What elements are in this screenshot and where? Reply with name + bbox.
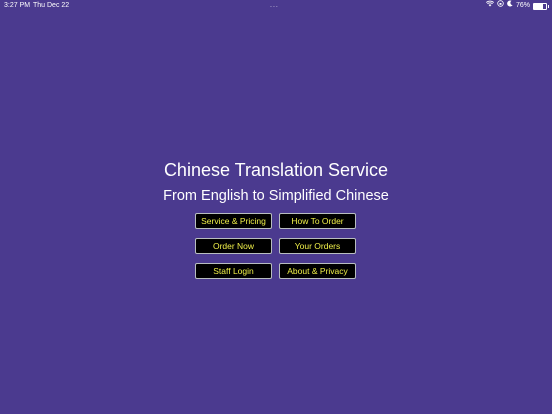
battery-fill bbox=[534, 3, 544, 9]
status-date: Thu Dec 22 bbox=[33, 2, 70, 9]
battery-percent: 76% bbox=[515, 2, 530, 9]
how-to-order-button[interactable]: How To Order bbox=[279, 213, 356, 229]
status-bar: 3:27 PM Thu Dec 22 ... 76% bbox=[0, 0, 552, 12]
multitasking-dots[interactable]: ... bbox=[270, 0, 279, 12]
page-title: Chinese Translation Service bbox=[163, 160, 389, 180]
staff-login-button[interactable]: Staff Login bbox=[195, 263, 272, 279]
order-now-button[interactable]: Order Now bbox=[195, 238, 272, 254]
wifi-icon bbox=[485, 0, 494, 12]
about-privacy-button[interactable]: About & Privacy bbox=[279, 263, 356, 279]
moon-icon bbox=[507, 0, 513, 12]
status-indicators: 76% bbox=[485, 0, 549, 12]
service-pricing-button[interactable]: Service & Pricing bbox=[195, 213, 272, 229]
page-subtitle: From English to Simplified Chinese bbox=[163, 188, 389, 204]
rotation-lock-icon bbox=[497, 0, 504, 12]
status-time: 3:27 PM bbox=[4, 2, 31, 9]
your-orders-button[interactable]: Your Orders bbox=[279, 238, 356, 254]
battery-icon bbox=[533, 2, 549, 10]
